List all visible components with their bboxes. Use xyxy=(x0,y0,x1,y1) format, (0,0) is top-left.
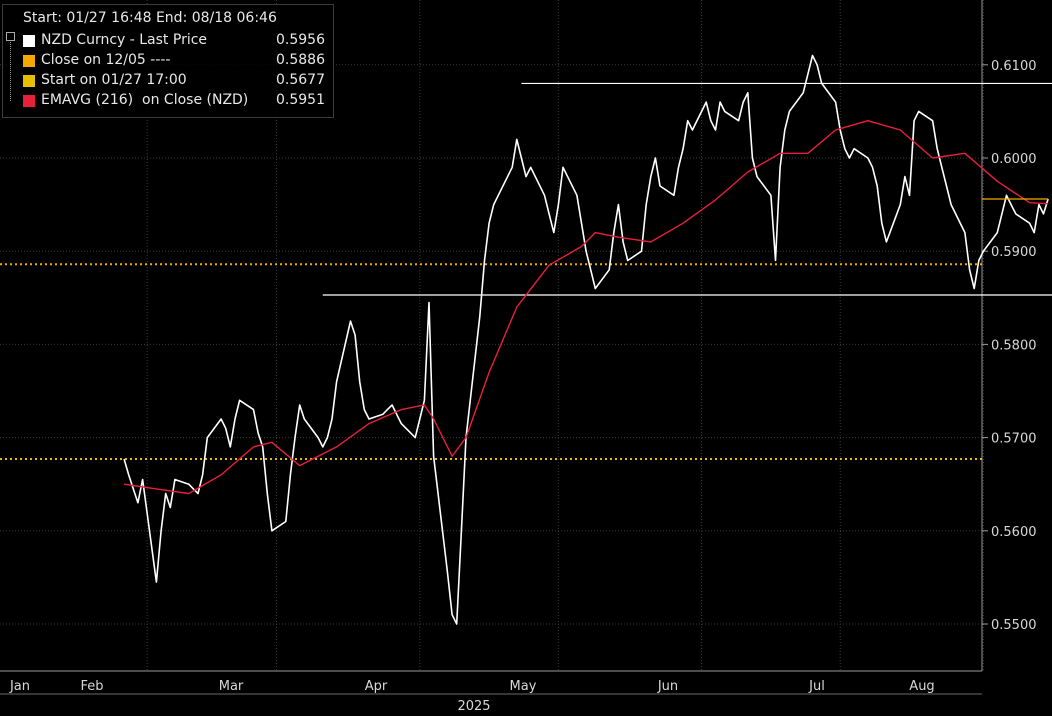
x-tick-label: Mar xyxy=(219,679,244,694)
legend-item-value: 0.5951 xyxy=(276,92,325,108)
legend-header: Start: 01/27 16:48 End: 08/18 06:46 xyxy=(23,10,277,26)
legend-tree-line xyxy=(10,35,19,101)
legend-item-start[interactable]: Start on 01/27 17:00 0.5677 xyxy=(23,72,329,92)
y-tick-label: 0.5700 xyxy=(991,432,1037,447)
legend-swatch-close xyxy=(23,55,35,67)
y-tick-label: 0.6100 xyxy=(991,59,1037,74)
legend-item-value: 0.5677 xyxy=(276,72,325,88)
x-axis-year-label: 2025 xyxy=(457,699,490,714)
y-tick-label: 0.5900 xyxy=(991,245,1037,260)
legend-item-name: Close on 12/05 ---- xyxy=(41,52,171,68)
legend-swatch-last-price xyxy=(23,35,35,47)
legend-item-close[interactable]: Close on 12/05 ---- 0.5886 xyxy=(23,52,329,72)
x-tick-label: Jun xyxy=(657,679,678,694)
legend-item-name: Start on 01/27 17:00 xyxy=(41,72,187,88)
x-tick-label: Feb xyxy=(80,679,103,694)
y-tick-label: 0.5500 xyxy=(991,618,1037,633)
legend-item-last-price[interactable]: NZD Curncy - Last Price 0.5956 xyxy=(23,32,329,52)
legend-swatch-emavg xyxy=(23,95,35,107)
y-tick-label: 0.6000 xyxy=(991,152,1037,167)
x-tick-label: Jul xyxy=(808,679,825,694)
y-tick-label: 0.5600 xyxy=(991,525,1037,540)
chart-window: 0.5500 0.5600 0.5700 0.5800 0.5900 0.6000 0.61… xyxy=(0,0,1052,716)
x-tick-label: May xyxy=(510,679,537,694)
legend: Start: 01/27 16:48 End: 08/18 06:46 NZD … xyxy=(2,4,334,118)
legend-item-emavg[interactable]: EMAVG (216) on Close (NZD) 0.5951 xyxy=(23,92,329,112)
y-tick-label: 0.5800 xyxy=(991,338,1037,353)
legend-item-name: NZD Curncy - Last Price xyxy=(41,32,208,48)
legend-item-name: EMAVG (216) on Close (NZD) xyxy=(41,92,249,108)
legend-item-value: 0.5956 xyxy=(276,32,325,48)
x-tick-label: Jan xyxy=(9,679,30,694)
x-tick-label: Apr xyxy=(365,679,388,694)
legend-item-value: 0.5886 xyxy=(276,52,325,68)
legend-swatch-start xyxy=(23,75,35,87)
x-tick-label: Aug xyxy=(909,679,934,694)
legend-collapse-icon[interactable] xyxy=(6,32,15,41)
